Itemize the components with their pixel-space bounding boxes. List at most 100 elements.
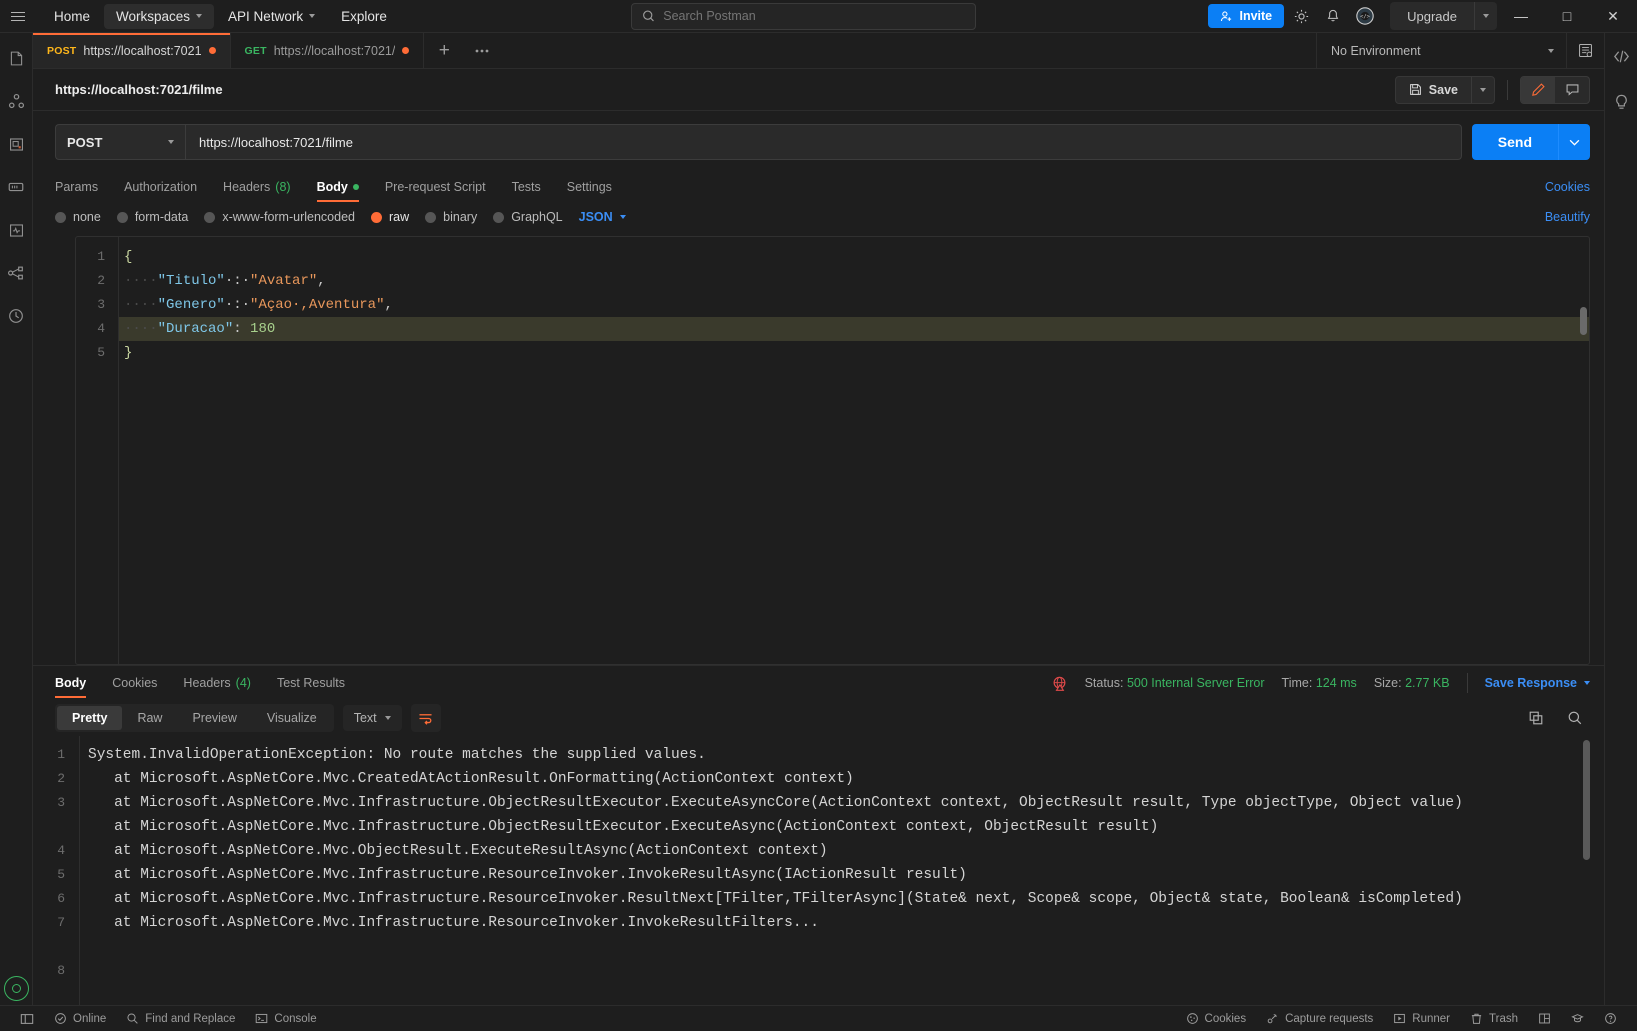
tab-settings[interactable]: Settings	[567, 173, 612, 201]
send-button[interactable]: Send	[1472, 124, 1558, 160]
response-body[interactable]: 1 2 3 4 5 6 7 8 System.InvalidOperationE…	[33, 736, 1604, 1005]
hamburger-menu-icon[interactable]	[0, 11, 36, 21]
layout-button[interactable]	[1528, 1012, 1561, 1025]
cookies-link[interactable]: Cookies	[1545, 180, 1590, 194]
sidebar-item-collections[interactable]	[5, 47, 27, 69]
body-type-raw[interactable]: raw	[371, 210, 409, 224]
save-response-button[interactable]: Save Response	[1485, 676, 1577, 690]
cookie-icon	[1186, 1013, 1198, 1024]
wrap-lines-button[interactable]	[410, 704, 441, 732]
request-tabs: POST https://localhost:7021 GET https://…	[33, 33, 1316, 68]
line-number: 3	[57, 795, 65, 810]
notifications-button[interactable]	[1318, 2, 1348, 30]
tab-params[interactable]: Params	[55, 173, 98, 201]
tab-pre-request-script[interactable]: Pre-request Script	[385, 173, 486, 201]
settings-button[interactable]	[1286, 2, 1316, 30]
sidebar-item-environments[interactable]	[5, 133, 27, 155]
console-button[interactable]: Console	[245, 1012, 326, 1025]
tab-headers-count: (8)	[275, 180, 291, 194]
request-tab-get[interactable]: GET https://localhost:7021/	[231, 33, 425, 68]
http-method-select[interactable]: POST	[55, 124, 185, 160]
environment-quick-look-button[interactable]	[1566, 33, 1604, 68]
beautify-link[interactable]: Beautify	[1545, 210, 1590, 224]
nav-home[interactable]: Home	[42, 4, 102, 29]
url-input[interactable]	[199, 134, 1448, 150]
send-options-button[interactable]	[1558, 124, 1590, 160]
nav-workspaces[interactable]: Workspaces	[104, 3, 215, 29]
request-body-editor[interactable]: 1 2 3 4 5 { ····"Titulo"·:·"Avatar", ···…	[75, 236, 1590, 665]
divider	[1507, 79, 1508, 100]
find-and-replace-button[interactable]: Find and Replace	[116, 1012, 245, 1025]
trash-button[interactable]: Trash	[1460, 1012, 1528, 1025]
sidebar-item-mock-servers[interactable]	[5, 176, 27, 198]
theme-button[interactable]	[1561, 1012, 1594, 1025]
size-label: Size:	[1373, 676, 1402, 690]
save-dropdown-button[interactable]	[1471, 76, 1494, 103]
code-snippet-button[interactable]	[1610, 45, 1632, 67]
nav-explore[interactable]: Explore	[329, 4, 399, 29]
user-avatar-button[interactable]: </>	[1350, 2, 1380, 30]
upgrade-dropdown-button[interactable]	[1474, 2, 1497, 30]
tab-body[interactable]: Body	[316, 173, 360, 202]
sidebar-item-flows[interactable]	[5, 262, 27, 284]
new-tab-button[interactable]: +	[424, 33, 464, 68]
invite-button[interactable]: Invite	[1208, 4, 1285, 28]
body-type-form-data[interactable]: form-data	[116, 210, 188, 224]
tab-headers[interactable]: Headers (8)	[223, 173, 291, 201]
upgrade-button[interactable]: Upgrade	[1390, 9, 1474, 24]
search-box[interactable]	[631, 2, 977, 30]
status-online[interactable]: Online	[44, 1012, 116, 1025]
view-mode-raw[interactable]: Raw	[122, 706, 177, 730]
info-tips-button[interactable]	[1610, 91, 1632, 113]
response-tab-test-results[interactable]: Test Results	[277, 669, 345, 697]
code-token: "Duracao"	[157, 321, 234, 337]
environment-selector[interactable]: No Environment	[1316, 33, 1566, 68]
edit-mode-button[interactable]	[1521, 76, 1555, 103]
cookies-button[interactable]: Cookies	[1176, 1012, 1257, 1025]
tab-authorization[interactable]: Authorization	[124, 173, 197, 201]
request-tab-post[interactable]: POST https://localhost:7021	[33, 33, 231, 68]
body-type-urlencoded[interactable]: x-www-form-urlencoded	[204, 210, 355, 224]
view-mode-pretty[interactable]: Pretty	[57, 706, 123, 730]
editor-code-area[interactable]: { ····"Titulo"·:·"Avatar", ····"Genero"·…	[118, 237, 1589, 664]
response-tab-headers[interactable]: Headers (4)	[183, 669, 251, 697]
sidebar-item-monitors[interactable]	[5, 219, 27, 241]
window-close-button[interactable]: ✕	[1591, 0, 1635, 33]
response-scrollbar[interactable]	[1583, 740, 1590, 860]
editor-scrollbar[interactable]	[1580, 307, 1587, 335]
body-type-graphql[interactable]: GraphQL	[493, 210, 563, 224]
runner-button[interactable]: Runner	[1383, 1012, 1460, 1025]
toggle-sidebar-button[interactable]	[10, 1012, 44, 1026]
response-tab-body[interactable]: Body	[55, 669, 87, 698]
body-type-urlencoded-label: x-www-form-urlencoded	[222, 210, 355, 224]
save-disk-icon	[1409, 84, 1421, 95]
window-maximize-button[interactable]: □	[1545, 0, 1589, 33]
copy-response-button[interactable]	[1521, 704, 1551, 732]
left-sidebar	[0, 33, 33, 1005]
url-input-wrapper[interactable]	[185, 124, 1462, 160]
help-button[interactable]	[1594, 1012, 1627, 1025]
tab-tests[interactable]: Tests	[512, 173, 541, 201]
body-type-none[interactable]: none	[55, 210, 101, 224]
nav-api-network[interactable]: API Network	[216, 4, 327, 29]
sidebar-item-apis[interactable]	[5, 90, 27, 112]
search-response-button[interactable]	[1560, 704, 1590, 732]
body-type-binary[interactable]: binary	[425, 210, 477, 224]
save-button[interactable]: Save	[1396, 77, 1471, 103]
view-mode-preview[interactable]: Preview	[177, 706, 251, 730]
tab-title-label: https://localhost:7021	[83, 43, 202, 58]
chevron-down-icon[interactable]	[1584, 681, 1590, 685]
raw-format-select[interactable]: JSON	[579, 210, 626, 224]
capture-requests-button[interactable]: Capture requests	[1256, 1012, 1383, 1025]
window-minimize-button[interactable]: —	[1499, 0, 1543, 33]
tab-options-button[interactable]	[464, 33, 500, 68]
view-mode-visualize[interactable]: Visualize	[252, 706, 332, 730]
postman-status-orb[interactable]	[4, 976, 29, 1001]
top-navigation: Home Workspaces API Network Explore	[42, 3, 399, 29]
response-tab-test-results-label: Test Results	[276, 676, 346, 690]
response-format-select[interactable]: Text	[342, 705, 402, 731]
comment-button[interactable]	[1555, 77, 1589, 103]
search-input[interactable]	[663, 9, 966, 23]
sidebar-item-history[interactable]	[5, 305, 27, 327]
response-tab-cookies[interactable]: Cookies	[112, 669, 157, 697]
